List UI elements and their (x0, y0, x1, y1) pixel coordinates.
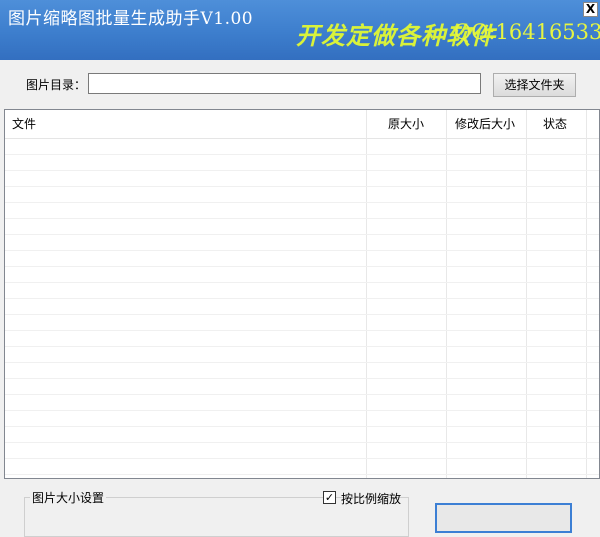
keep-ratio-label[interactable]: 按比例缩放 (341, 490, 401, 507)
grid-row-line (5, 250, 599, 251)
grid-row-line (5, 314, 599, 315)
keep-ratio-checkbox[interactable]: ✓ (323, 491, 336, 504)
grid-row-line (5, 346, 599, 347)
grid-row-line (5, 186, 599, 187)
grid-row-line (5, 170, 599, 171)
grid-row-line (5, 154, 599, 155)
column-header-modified-size[interactable]: 修改后大小 (455, 110, 515, 138)
action-button[interactable] (435, 503, 572, 533)
size-settings-title: 图片大小设置 (30, 489, 107, 506)
directory-input[interactable] (88, 73, 481, 94)
column-header-original-size[interactable]: 原大小 (388, 110, 424, 138)
brand-qq-number: QQ:1641653330 (454, 20, 600, 44)
grid-row-line (5, 218, 599, 219)
title-bar: 图片缩略图批量生成助手V1.00 开发定做各种软件 QQ:1641653330 … (0, 0, 600, 60)
close-button[interactable]: X (583, 2, 598, 17)
grid-row-line (5, 442, 599, 443)
grid-row-line (5, 458, 599, 459)
grid-row-line (5, 362, 599, 363)
directory-label: 图片目录： (26, 78, 87, 92)
file-list-header: 文件 原大小 修改后大小 状态 (5, 110, 599, 139)
grid-row-line (5, 266, 599, 267)
column-header-status[interactable]: 状态 (543, 110, 567, 138)
file-list[interactable]: 文件 原大小 修改后大小 状态 (4, 109, 600, 479)
column-divider (366, 110, 367, 478)
column-divider (526, 110, 527, 478)
column-header-file[interactable]: 文件 (12, 110, 36, 138)
grid-row-line (5, 202, 599, 203)
grid-row-line (5, 474, 599, 475)
grid-row-line (5, 282, 599, 283)
window-title: 图片缩略图批量生成助手V1.00 (8, 9, 254, 29)
grid-row-line (5, 426, 599, 427)
column-divider (446, 110, 447, 478)
grid-row-line (5, 234, 599, 235)
grid-row-line (5, 394, 599, 395)
grid-row-line (5, 298, 599, 299)
select-folder-button[interactable]: 选择文件夹 (493, 73, 576, 97)
grid-row-line (5, 410, 599, 411)
column-divider (586, 110, 587, 478)
grid-row-line (5, 330, 599, 331)
grid-row-line (5, 378, 599, 379)
